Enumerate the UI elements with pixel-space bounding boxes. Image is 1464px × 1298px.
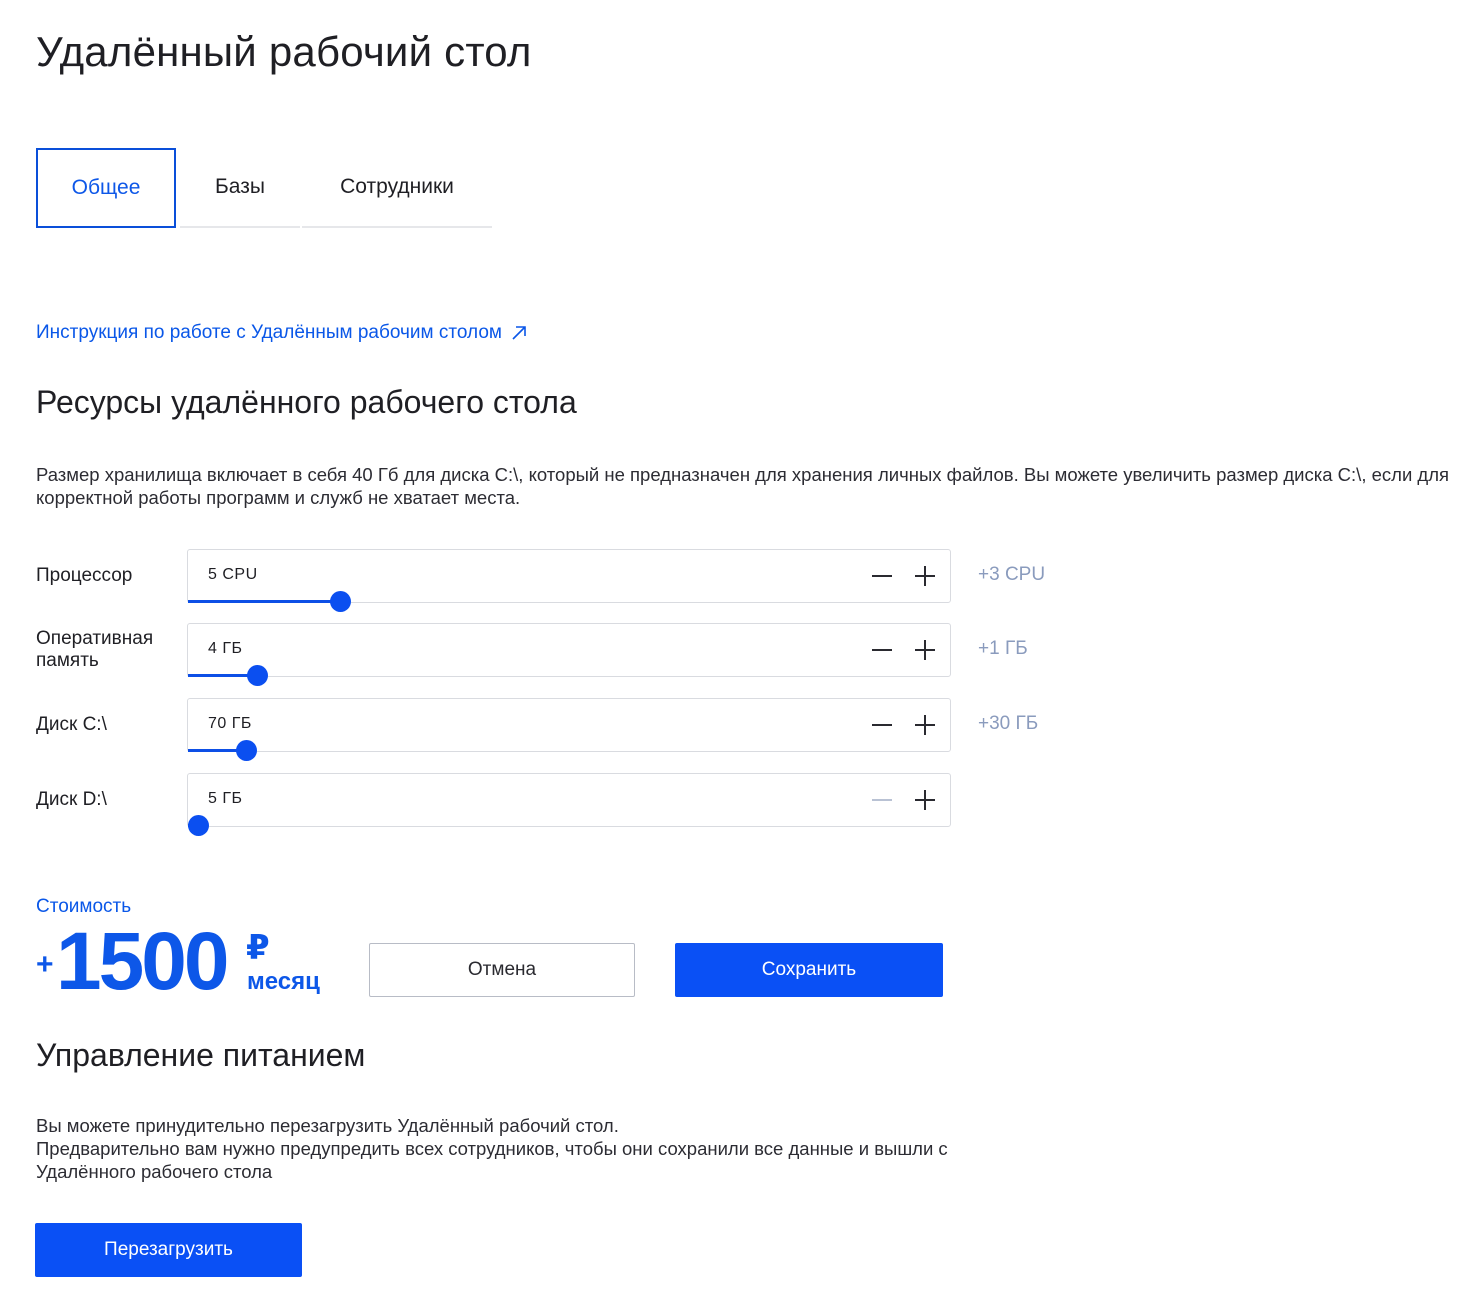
restart-button[interactable]: Перезагрузить [35,1223,302,1277]
decrease-button[interactable] [868,786,896,814]
slider-value: 5 CPU [208,566,258,583]
slider-row-disk-d: Диск D:\ 5 ГБ [36,773,1136,836]
slider-thumb[interactable] [247,665,268,686]
slider-value: 70 ГБ [208,715,252,732]
page-title: Удалённый рабочий стол [36,28,532,75]
slider-thumb[interactable] [330,591,351,612]
slider-label: Оперативная память [36,628,154,671]
slider-fill [188,600,340,603]
cost-period: месяц [247,968,320,995]
resources-description: Размер хранилища включает в себя 40 Гб д… [36,464,1450,508]
decrease-button[interactable] [868,636,896,664]
power-description-line: Предварительно вам нужно предупредить вс… [36,1138,948,1182]
power-description-line: Вы можете принудительно перезагрузить Уд… [36,1115,619,1136]
slider-value: 4 ГБ [208,640,243,657]
tab-databases[interactable]: Базы [180,148,300,228]
tab-general[interactable]: Общее [36,148,176,228]
increase-button[interactable] [911,711,939,739]
slider-label: Диск С:\ [36,714,107,735]
slider-thumb[interactable] [188,815,209,836]
page: Удалённый рабочий стол Общее Базы Сотруд… [0,0,1464,1298]
slider-delta: +30 ГБ [978,713,1039,734]
cost-sign: + [36,948,54,981]
disk-c-slider[interactable]: 70 ГБ [187,698,951,761]
power-title: Управление питанием [36,1037,366,1073]
tab-employees[interactable]: Сотрудники [302,148,492,228]
guide-link[interactable]: Инструкция по работе с Удалённым рабочим… [36,322,528,344]
cancel-button[interactable]: Отмена [369,943,635,997]
increase-button[interactable] [911,636,939,664]
decrease-button[interactable] [868,711,896,739]
cost-amount: 1500 [56,916,229,1007]
ram-slider[interactable]: 4 ГБ [187,623,951,686]
cpu-slider[interactable]: 5 CPU [187,549,951,612]
slider-value: 5 ГБ [208,790,243,807]
increase-button[interactable] [911,562,939,590]
slider-thumb[interactable] [236,740,257,761]
slider-label: Диск D:\ [36,789,107,810]
disk-d-slider[interactable]: 5 ГБ [187,773,951,836]
slider-label: Процессор [36,565,133,586]
slider-delta: +1 ГБ [978,638,1028,659]
slider-delta: +3 CPU [978,564,1046,585]
cost-currency: ₽ [246,929,270,967]
power-description: Вы можете принудительно перезагрузить Уд… [36,1114,966,1183]
slider-row-cpu: Процессор 5 CPU +3 CPU [36,549,1136,612]
increase-button[interactable] [911,786,939,814]
slider-row-ram: Оперативная память 4 ГБ +1 ГБ [36,623,1136,686]
save-button[interactable]: Сохранить [675,943,943,997]
external-link-arrow-icon [512,326,526,340]
tabs: Общее Базы Сотрудники [36,148,492,230]
decrease-button[interactable] [868,562,896,590]
slider-row-disk-c: Диск С:\ 70 ГБ +30 ГБ [36,698,1136,761]
resources-title: Ресурсы удалённого рабочего стола [36,384,577,420]
guide-link-label: Инструкция по работе с Удалённым рабочим… [36,322,502,343]
